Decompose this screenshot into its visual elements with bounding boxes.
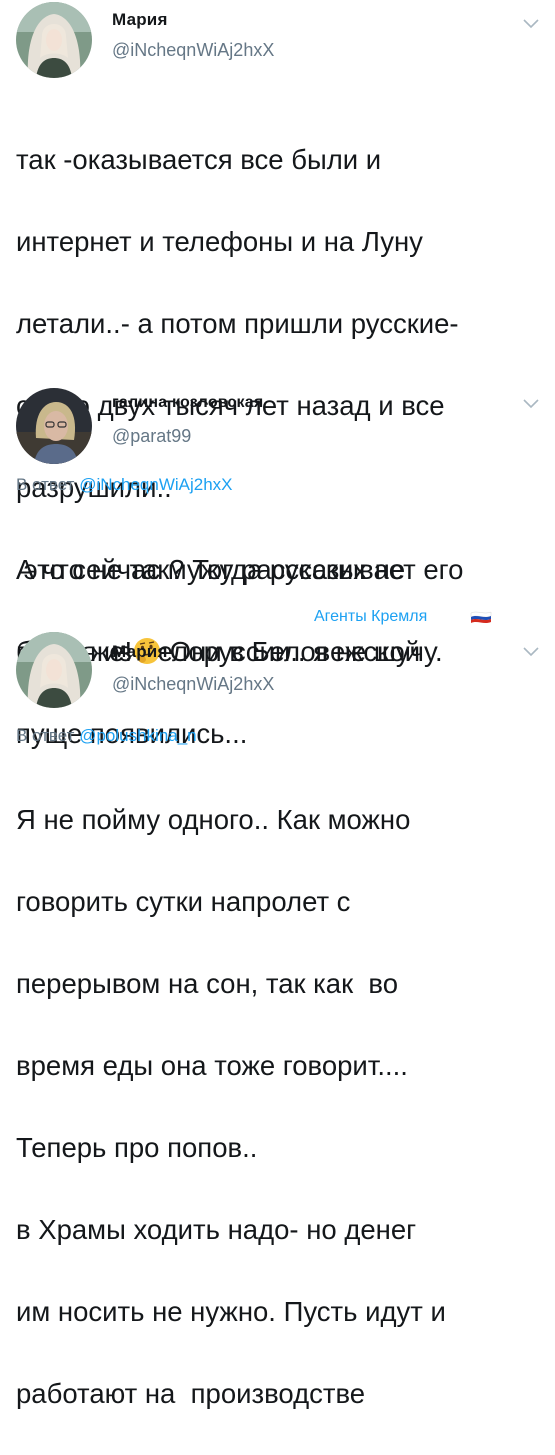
author-name[interactable]: Мария (112, 642, 168, 662)
chevron-down-icon[interactable] (522, 646, 540, 658)
text-line: работают на производстве (16, 1378, 366, 1409)
text-line: летали..- а потом пришли русские- (16, 308, 459, 339)
author-name[interactable]: Мария (112, 10, 168, 30)
tweet-2: галина козловская @parat99 В ответ @iNch… (0, 380, 555, 749)
text-line: им носить не нужно. Пусть идут и (16, 1296, 446, 1327)
author-name[interactable]: галина козловская (112, 394, 263, 412)
text-line: так -оказывается все были и (16, 144, 382, 175)
tweet-3: Мария @iNcheqnWiAj2hxX В ответ @polushki… (0, 630, 555, 1409)
text-line: в Храмы ходить надо- но денег (16, 1214, 417, 1245)
author-handle[interactable]: @iNcheqnWiAj2hxX (112, 674, 274, 695)
reply-mention-link[interactable]: @iNcheqnWiAj2hxX (79, 475, 232, 494)
text-line: перерывом на сон, так как во (16, 968, 399, 999)
russia-flag-icon (470, 611, 492, 623)
reply-prefix: В ответ (16, 726, 75, 745)
chevron-down-icon[interactable] (522, 398, 540, 410)
tweet-text: Я не пойму одного.. Как можно говорить с… (16, 758, 543, 1455)
watermark-tag: Агенты Кремля (314, 608, 428, 625)
woman-portrait-avatar[interactable] (16, 388, 92, 464)
text-line: интернет и телефоны и на Луну (16, 226, 423, 257)
author-handle[interactable]: @parat99 (112, 426, 191, 447)
woman-portrait-avatar[interactable] (16, 632, 92, 708)
text-line: А что не так? Тогда русских не (16, 554, 406, 585)
tweet-1: Мария @iNcheqnWiAj2hxX так -оказывается … (0, 0, 555, 667)
text-line: Теперь про попов.. (16, 1132, 258, 1163)
chevron-down-icon[interactable] (522, 18, 540, 30)
text-line: Я не пойму одного.. Как можно (16, 804, 411, 835)
reply-context: В ответ @polushkina_n (16, 726, 197, 746)
text-line: говорить сутки напролет с (16, 886, 351, 917)
author-handle[interactable]: @iNcheqnWiAj2hxX (112, 40, 274, 61)
reply-context: В ответ @iNcheqnWiAj2hxX (16, 475, 233, 495)
reply-mention-link[interactable]: @polushkina_n (79, 726, 196, 745)
woman-portrait-avatar[interactable] (16, 2, 92, 78)
reply-prefix: В ответ (16, 475, 75, 494)
